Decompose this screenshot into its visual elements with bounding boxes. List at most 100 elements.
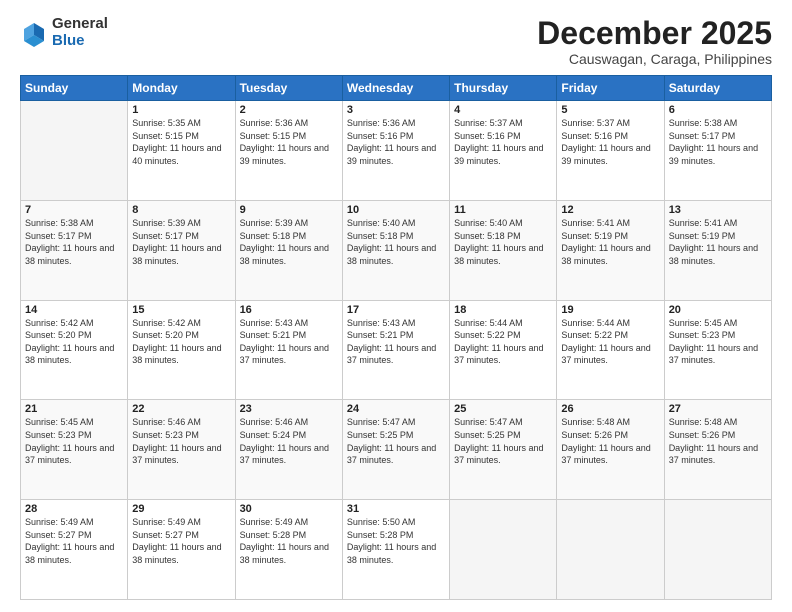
table-row [450,500,557,600]
table-row: 3Sunrise: 5:36 AM Sunset: 5:16 PM Daylig… [342,101,449,201]
day-number: 12 [561,204,659,216]
table-row: 5Sunrise: 5:37 AM Sunset: 5:16 PM Daylig… [557,101,664,201]
subtitle: Causwagan, Caraga, Philippines [537,51,772,67]
table-row: 22Sunrise: 5:46 AM Sunset: 5:23 PM Dayli… [128,400,235,500]
day-info: Sunrise: 5:41 AM Sunset: 5:19 PM Dayligh… [669,217,767,267]
day-number: 23 [240,403,338,415]
day-number: 3 [347,104,445,116]
header-friday: Friday [557,76,664,101]
day-number: 11 [454,204,552,216]
day-info: Sunrise: 5:46 AM Sunset: 5:24 PM Dayligh… [240,416,338,466]
day-info: Sunrise: 5:48 AM Sunset: 5:26 PM Dayligh… [561,416,659,466]
table-row: 19Sunrise: 5:44 AM Sunset: 5:22 PM Dayli… [557,300,664,400]
table-row: 15Sunrise: 5:42 AM Sunset: 5:20 PM Dayli… [128,300,235,400]
table-row: 9Sunrise: 5:39 AM Sunset: 5:18 PM Daylig… [235,200,342,300]
table-row: 1Sunrise: 5:35 AM Sunset: 5:15 PM Daylig… [128,101,235,201]
day-info: Sunrise: 5:35 AM Sunset: 5:15 PM Dayligh… [132,117,230,167]
day-number: 30 [240,503,338,515]
table-row: 30Sunrise: 5:49 AM Sunset: 5:28 PM Dayli… [235,500,342,600]
table-row: 17Sunrise: 5:43 AM Sunset: 5:21 PM Dayli… [342,300,449,400]
day-info: Sunrise: 5:39 AM Sunset: 5:18 PM Dayligh… [240,217,338,267]
table-row: 29Sunrise: 5:49 AM Sunset: 5:27 PM Dayli… [128,500,235,600]
day-info: Sunrise: 5:40 AM Sunset: 5:18 PM Dayligh… [347,217,445,267]
table-row: 25Sunrise: 5:47 AM Sunset: 5:25 PM Dayli… [450,400,557,500]
calendar-week-row: 14Sunrise: 5:42 AM Sunset: 5:20 PM Dayli… [21,300,772,400]
day-number: 16 [240,304,338,316]
day-info: Sunrise: 5:47 AM Sunset: 5:25 PM Dayligh… [347,416,445,466]
day-number: 6 [669,104,767,116]
day-info: Sunrise: 5:36 AM Sunset: 5:16 PM Dayligh… [347,117,445,167]
day-number: 28 [25,503,123,515]
logo-blue-text: Blue [52,33,108,50]
title-block: December 2025 Causwagan, Caraga, Philipp… [537,16,772,67]
header-tuesday: Tuesday [235,76,342,101]
day-number: 7 [25,204,123,216]
logo-icon [20,19,48,47]
day-info: Sunrise: 5:49 AM Sunset: 5:27 PM Dayligh… [25,516,123,566]
day-number: 21 [25,403,123,415]
table-row: 18Sunrise: 5:44 AM Sunset: 5:22 PM Dayli… [450,300,557,400]
logo-general-text: General [52,16,108,33]
table-row: 8Sunrise: 5:39 AM Sunset: 5:17 PM Daylig… [128,200,235,300]
table-row: 11Sunrise: 5:40 AM Sunset: 5:18 PM Dayli… [450,200,557,300]
day-number: 31 [347,503,445,515]
day-number: 4 [454,104,552,116]
table-row: 26Sunrise: 5:48 AM Sunset: 5:26 PM Dayli… [557,400,664,500]
day-info: Sunrise: 5:44 AM Sunset: 5:22 PM Dayligh… [561,317,659,367]
calendar-header-row: Sunday Monday Tuesday Wednesday Thursday… [21,76,772,101]
calendar-week-row: 1Sunrise: 5:35 AM Sunset: 5:15 PM Daylig… [21,101,772,201]
day-info: Sunrise: 5:38 AM Sunset: 5:17 PM Dayligh… [669,117,767,167]
page: General Blue December 2025 Causwagan, Ca… [0,0,792,612]
table-row: 10Sunrise: 5:40 AM Sunset: 5:18 PM Dayli… [342,200,449,300]
day-number: 24 [347,403,445,415]
day-info: Sunrise: 5:48 AM Sunset: 5:26 PM Dayligh… [669,416,767,466]
day-number: 15 [132,304,230,316]
header-saturday: Saturday [664,76,771,101]
day-number: 2 [240,104,338,116]
day-info: Sunrise: 5:37 AM Sunset: 5:16 PM Dayligh… [454,117,552,167]
header-wednesday: Wednesday [342,76,449,101]
day-info: Sunrise: 5:43 AM Sunset: 5:21 PM Dayligh… [347,317,445,367]
day-number: 17 [347,304,445,316]
day-number: 8 [132,204,230,216]
table-row: 4Sunrise: 5:37 AM Sunset: 5:16 PM Daylig… [450,101,557,201]
day-number: 5 [561,104,659,116]
table-row: 28Sunrise: 5:49 AM Sunset: 5:27 PM Dayli… [21,500,128,600]
logo: General Blue [20,16,108,49]
day-number: 1 [132,104,230,116]
day-number: 25 [454,403,552,415]
table-row: 2Sunrise: 5:36 AM Sunset: 5:15 PM Daylig… [235,101,342,201]
table-row [664,500,771,600]
day-info: Sunrise: 5:50 AM Sunset: 5:28 PM Dayligh… [347,516,445,566]
table-row: 31Sunrise: 5:50 AM Sunset: 5:28 PM Dayli… [342,500,449,600]
table-row: 21Sunrise: 5:45 AM Sunset: 5:23 PM Dayli… [21,400,128,500]
table-row: 23Sunrise: 5:46 AM Sunset: 5:24 PM Dayli… [235,400,342,500]
calendar-table: Sunday Monday Tuesday Wednesday Thursday… [20,75,772,600]
day-info: Sunrise: 5:44 AM Sunset: 5:22 PM Dayligh… [454,317,552,367]
day-number: 13 [669,204,767,216]
day-info: Sunrise: 5:42 AM Sunset: 5:20 PM Dayligh… [132,317,230,367]
day-info: Sunrise: 5:45 AM Sunset: 5:23 PM Dayligh… [669,317,767,367]
day-info: Sunrise: 5:46 AM Sunset: 5:23 PM Dayligh… [132,416,230,466]
day-number: 20 [669,304,767,316]
day-number: 19 [561,304,659,316]
day-number: 22 [132,403,230,415]
day-info: Sunrise: 5:43 AM Sunset: 5:21 PM Dayligh… [240,317,338,367]
day-number: 29 [132,503,230,515]
table-row: 24Sunrise: 5:47 AM Sunset: 5:25 PM Dayli… [342,400,449,500]
day-info: Sunrise: 5:36 AM Sunset: 5:15 PM Dayligh… [240,117,338,167]
day-info: Sunrise: 5:38 AM Sunset: 5:17 PM Dayligh… [25,217,123,267]
day-info: Sunrise: 5:45 AM Sunset: 5:23 PM Dayligh… [25,416,123,466]
header-thursday: Thursday [450,76,557,101]
table-row: 12Sunrise: 5:41 AM Sunset: 5:19 PM Dayli… [557,200,664,300]
day-number: 9 [240,204,338,216]
day-info: Sunrise: 5:49 AM Sunset: 5:27 PM Dayligh… [132,516,230,566]
day-info: Sunrise: 5:39 AM Sunset: 5:17 PM Dayligh… [132,217,230,267]
day-number: 10 [347,204,445,216]
header-sunday: Sunday [21,76,128,101]
table-row: 6Sunrise: 5:38 AM Sunset: 5:17 PM Daylig… [664,101,771,201]
table-row: 20Sunrise: 5:45 AM Sunset: 5:23 PM Dayli… [664,300,771,400]
table-row: 16Sunrise: 5:43 AM Sunset: 5:21 PM Dayli… [235,300,342,400]
table-row [557,500,664,600]
day-info: Sunrise: 5:40 AM Sunset: 5:18 PM Dayligh… [454,217,552,267]
